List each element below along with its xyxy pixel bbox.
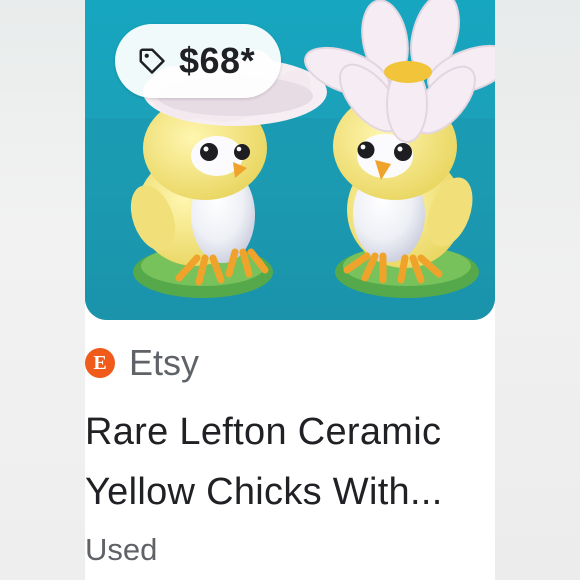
etsy-logo-icon: E <box>85 348 115 378</box>
product-card[interactable]: $68* E Etsy Rare Lefton Ceramic Yellow C… <box>85 0 495 580</box>
condition-label: Used <box>85 532 158 567</box>
product-title[interactable]: Rare Lefton Ceramic Yellow Chicks With..… <box>85 402 505 522</box>
product-image[interactable]: $68* <box>85 0 495 320</box>
price-text: $68* <box>179 40 256 81</box>
merchant-logo-letter: E <box>93 351 107 374</box>
left-background <box>0 0 85 580</box>
merchant-row: E Etsy <box>85 340 199 386</box>
price-tag-icon <box>139 48 165 74</box>
product-title-line-1: Rare Lefton Ceramic <box>85 411 442 453</box>
merchant-name: Etsy <box>129 342 200 383</box>
price-badge: $68* <box>115 24 282 98</box>
product-title-line-2: Yellow Chicks With... <box>85 471 443 513</box>
right-background <box>495 0 580 580</box>
